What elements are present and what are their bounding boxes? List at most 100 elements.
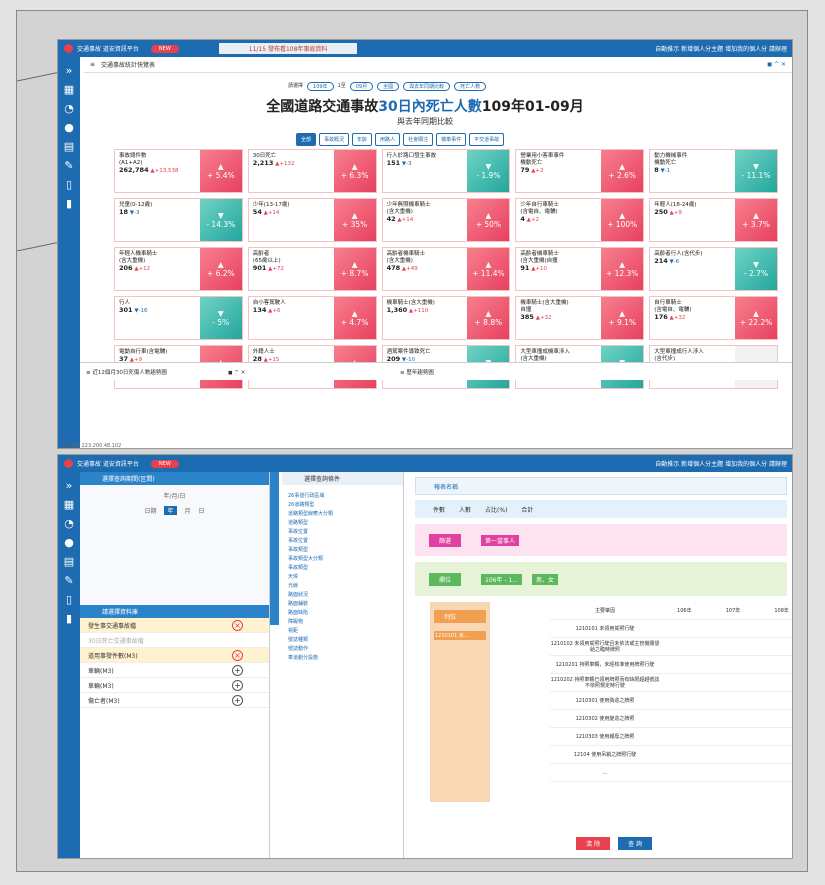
stat-card[interactable]: 年輕人(18-24歲) 250 ▲+9 ▲ + 3.7%	[649, 198, 778, 242]
stat-card[interactable]: 高齡者機車騎士 (含大重機)自撞 91 ▲+10 ▲ + 12.3%	[515, 247, 645, 291]
db-item[interactable]: 車輛(M3) +	[80, 678, 269, 693]
stat-card[interactable]: 高齡者 (65歲以上) 901 ▲+72 ▲ + 8.7%	[247, 247, 377, 291]
condition-item[interactable]: 事故類型	[282, 563, 403, 572]
tab-overview[interactable]: 事故概況	[319, 133, 350, 146]
navbar-actions[interactable]: 自動推示 新增個人分主題 增加我的個人分 請辦理	[655, 459, 792, 468]
collapse-tab[interactable]	[270, 472, 279, 625]
year-select[interactable]: 109年	[307, 82, 334, 91]
tab-age[interactable]: 年齡	[352, 133, 373, 146]
trend-panel-title[interactable]: ≡ 近12個月30日死傷人數趨勢圖 ◼ ^ ✕	[80, 368, 380, 376]
db-item[interactable]: 30日死亡交通事故檔	[80, 633, 269, 648]
document-icon[interactable]: ▯	[66, 175, 72, 194]
navbar-actions[interactable]: 自動推示 新增個人分主題 增加我的個人分 請辦理	[655, 44, 792, 53]
query-button[interactable]: 查 詢	[618, 837, 652, 850]
condition-item[interactable]: 事故位置	[282, 536, 403, 545]
dashboard-icon[interactable]: ▦	[64, 495, 74, 514]
radio-total[interactable]: 合計	[521, 505, 533, 514]
date-tab-month[interactable]: 月	[185, 506, 191, 515]
pencil-icon[interactable]: ✎	[64, 156, 73, 175]
condition-item[interactable]: 視距	[282, 626, 403, 635]
radio-people[interactable]: 人數	[459, 505, 471, 514]
db-item[interactable]: 車輛(M3) +	[80, 663, 269, 678]
row-button[interactable]: 列位	[434, 610, 486, 623]
region-select[interactable]: 全國	[377, 82, 400, 91]
date-tab-day[interactable]: 日	[199, 506, 205, 515]
radio-percent[interactable]: 占比(%)	[485, 505, 507, 514]
stat-card[interactable]: 兒童(0-12歲) 18 ▼-3 ▼ - 14.3%	[114, 198, 243, 242]
condition-item[interactable]: 事故類型大分類	[282, 554, 403, 563]
tab-all[interactable]: 全部	[296, 133, 317, 146]
compare-select[interactable]: 與去年同期比較	[403, 82, 451, 91]
condition-item[interactable]: 車道劃分設施	[282, 653, 403, 662]
stat-card[interactable]: 營業用小客車事件 機動死亡 79 ▲+2 ▲ + 2.6%	[515, 149, 645, 193]
radio-count[interactable]: 件數	[433, 505, 445, 514]
stat-card[interactable]: 機車騎士(含大重機) 1,360 ▲+110 ▲ + 8.8%	[381, 296, 511, 340]
sex-chip[interactable]: 男、女	[532, 573, 559, 585]
clear-button[interactable]: 清 除	[576, 837, 611, 850]
panel-controls[interactable]: ◼ ^ ✕	[767, 61, 792, 68]
stat-card[interactable]: 少年無照機車騎士 (含大重機) 42 ▲+14 ▲ + 50%	[381, 198, 511, 242]
condition-item[interactable]: 道路類型線應大分類	[282, 509, 403, 518]
condition-item[interactable]: 事故類型	[282, 545, 403, 554]
pencil-icon[interactable]: ✎	[64, 571, 73, 590]
year-chip[interactable]: 106年 - 1...	[481, 573, 522, 585]
condition-item[interactable]: 事故位置	[282, 527, 403, 536]
file-icon[interactable]: ▮	[66, 194, 72, 213]
condition-item[interactable]: 號誌種類	[282, 635, 403, 644]
stat-card[interactable]: 行人 301 ▼-16 ▼ - 5%	[114, 296, 243, 340]
filter-chip[interactable]: 第一當事人	[481, 534, 520, 546]
condition-item[interactable]: 26道路類型	[282, 500, 403, 509]
condition-item[interactable]: 天候	[282, 572, 403, 581]
date-tab-date[interactable]: 日期	[144, 506, 156, 515]
news-ticker[interactable]: 11/15 發布看108年事故資料	[218, 43, 358, 54]
map-pin-icon[interactable]: ●	[64, 533, 74, 552]
report-name-input[interactable]: 報表名稱	[415, 477, 787, 495]
tab-motorcycle[interactable]: 機車事件	[436, 133, 467, 146]
condition-item[interactable]: 路面鋪裝	[282, 599, 403, 608]
new-badge[interactable]: NEW	[150, 44, 179, 53]
condition-section-header[interactable]: 選擇查詢條件	[282, 472, 403, 485]
document-icon[interactable]: ▯	[66, 590, 72, 609]
add-icon[interactable]: +	[232, 694, 243, 706]
tab-social[interactable]: 社會關注	[403, 133, 434, 146]
month-select[interactable]: 09月	[349, 82, 374, 91]
stat-card[interactable]: 高齡者機車騎士 (含大重機) 478 ▲+49 ▲ + 11.4%	[381, 247, 511, 291]
table-icon[interactable]: ▤	[64, 552, 74, 571]
condition-item[interactable]: 障礙物	[282, 617, 403, 626]
condition-item[interactable]: 號誌動作	[282, 644, 403, 653]
stat-card[interactable]: 少年自行車騎士 (含電自、電輔) 4 ▲+2 ▲ + 100%	[515, 198, 645, 242]
stat-card[interactable]: 高齡者行人(含代步) 214 ▼-6 ▼ - 2.7%	[649, 247, 778, 291]
stat-card[interactable]: 事故總件數 (A1+A2) 262,784 ▲+13,538 ▲ + 5.4%	[114, 149, 243, 193]
tab-crossing[interactable]: 平交道事故	[469, 133, 505, 146]
add-icon[interactable]: +	[232, 679, 243, 691]
db-item[interactable]: 發生事交通事故檔 ×	[80, 618, 269, 633]
condition-item[interactable]: 路面缺陷	[282, 608, 403, 617]
remove-icon[interactable]: ×	[232, 619, 243, 631]
table-icon[interactable]: ▤	[64, 137, 74, 156]
db-item[interactable]: 傷亡者(M3) +	[80, 693, 269, 708]
expand-icon[interactable]: »	[66, 61, 73, 80]
stat-card[interactable]: 動力機械事件 機動死亡 8 ▼-1 ▼ - 11.1%	[649, 149, 778, 193]
history-panel-title[interactable]: ≡ 歷年趨勢圖	[380, 368, 434, 376]
filter-button[interactable]: 篩選	[429, 533, 462, 547]
date-input[interactable]: 年/月/日	[90, 491, 259, 500]
stat-card[interactable]: 行人於路口發生事故 151 ▼-3 ▼ - 1.9%	[381, 149, 511, 193]
file-icon[interactable]: ▮	[66, 609, 72, 628]
condition-item[interactable]: 26事發行政區域	[282, 491, 403, 500]
condition-item[interactable]: 道路類型	[282, 518, 403, 527]
date-tab-year[interactable]: 年	[164, 506, 177, 515]
metric-select[interactable]: 死亡人數	[454, 82, 487, 91]
expand-icon[interactable]: »	[66, 476, 73, 495]
tab-road-user[interactable]: 用路人	[375, 133, 401, 146]
new-badge[interactable]: NEW	[150, 459, 179, 468]
add-icon[interactable]: +	[232, 664, 243, 676]
condition-item[interactable]: 光線	[282, 581, 403, 590]
stat-card[interactable]: 自小客駕駛人 134 ▲+6 ▲ + 4.7%	[247, 296, 377, 340]
stat-card[interactable]: 少年(13-17歲) 54 ▲+14 ▲ + 35%	[247, 198, 377, 242]
stat-card[interactable]: 30日死亡 2,213 ▲+132 ▲ + 6.3%	[247, 149, 377, 193]
stat-card[interactable]: 自行車騎士 (含電自、電輔) 176 ▲+32 ▲ + 22.2%	[649, 296, 778, 340]
column-button[interactable]: 欄位	[429, 572, 462, 586]
stat-card[interactable]: 年輕人機車騎士 (含大重機) 206 ▲+12 ▲ + 6.2%	[114, 247, 243, 291]
stat-card[interactable]: 機車騎士(含大重機) 自撞 385 ▲+32 ▲ + 9.1%	[515, 296, 645, 340]
db-item[interactable]: 道用事發件數(M3) ×	[80, 648, 269, 663]
